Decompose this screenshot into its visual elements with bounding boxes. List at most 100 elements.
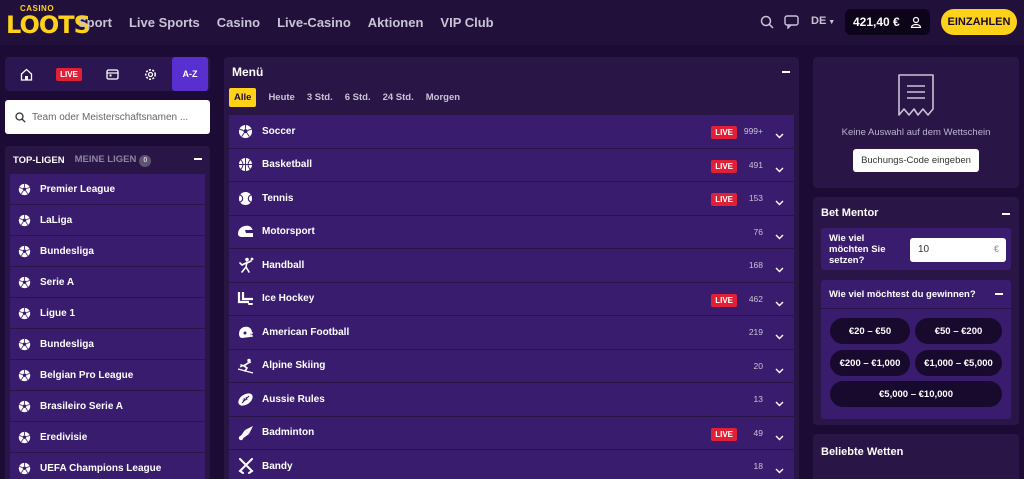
hockey-stick-icon: [237, 290, 254, 307]
booking-code-button[interactable]: Buchungs-Code eingeben: [853, 149, 979, 172]
soccer-ball-icon: [18, 245, 31, 258]
league-item[interactable]: Belgian Pro League: [10, 360, 205, 391]
bandy-sticks-icon: [237, 458, 254, 475]
league-label: LaLiga: [40, 214, 73, 226]
chevron-down-icon[interactable]: [775, 428, 784, 446]
filter-alle[interactable]: Alle: [229, 88, 257, 107]
sport-label: Aussie Rules: [262, 393, 325, 405]
filter-6h[interactable]: 6 Std.: [345, 88, 371, 107]
sport-row[interactable]: Basketball LIVE 491: [229, 148, 794, 182]
sport-row[interactable]: Ice Hockey LIVE 462: [229, 282, 794, 316]
casino-loots-logo[interactable]: CASINO LOOTS: [6, 4, 91, 40]
league-item[interactable]: UEFA Champions League: [10, 453, 205, 479]
live-badge: LIVE: [711, 159, 737, 173]
search-icon[interactable]: [757, 12, 777, 32]
league-item[interactable]: LaLiga: [10, 205, 205, 236]
collapse-mentor-icon[interactable]: [1002, 213, 1010, 215]
filter-heute[interactable]: Heute: [268, 88, 294, 107]
filter-3h[interactable]: 3 Std.: [307, 88, 333, 107]
live-badge: LIVE: [711, 427, 737, 441]
sport-row[interactable]: Tennis LIVE 153: [229, 182, 794, 216]
event-count: 20: [753, 360, 763, 371]
tennis-ball-icon: [237, 190, 254, 207]
stake-question: Wie viel möchten Sie setzen?: [829, 233, 886, 266]
nav-aktionen[interactable]: Aktionen: [368, 15, 424, 30]
league-search-input[interactable]: [32, 111, 202, 123]
chevron-down-icon[interactable]: [775, 260, 784, 278]
event-count: 999+: [743, 126, 763, 136]
tab-my-leagues[interactable]: MEINE LIGEN 0: [75, 154, 152, 167]
chevron-down-icon[interactable]: [775, 394, 784, 412]
collapse-leagues-icon[interactable]: [194, 158, 202, 160]
event-count: 76: [753, 226, 763, 237]
league-item[interactable]: Serie A: [10, 267, 205, 298]
calendar-icon[interactable]: [94, 57, 130, 91]
time-filters: Alle Heute 3 Std. 6 Std. 24 Std. Morgen: [229, 88, 472, 107]
sport-row[interactable]: Badminton LIVE 49: [229, 416, 794, 450]
language-selector[interactable]: DE ▼: [811, 15, 835, 27]
chevron-down-icon[interactable]: [775, 227, 784, 245]
range-50-200-button[interactable]: €50 – €200: [915, 318, 1002, 344]
league-item[interactable]: Eredivisie: [10, 422, 205, 453]
sport-row[interactable]: Alpine Skiing 20: [229, 349, 794, 383]
sport-row[interactable]: Bandy 18: [229, 450, 794, 479]
event-count: 491: [748, 159, 763, 170]
league-item[interactable]: Ligue 1: [10, 298, 205, 329]
league-label: Serie A: [40, 276, 75, 288]
chevron-down-icon[interactable]: [775, 160, 784, 178]
win-question: Wie viel möchtest du gewinnen?: [829, 289, 976, 300]
chat-icon[interactable]: [781, 12, 801, 32]
balance-box[interactable]: 421,40 €: [845, 9, 930, 35]
collapse-menu-icon[interactable]: [782, 71, 790, 73]
my-leagues-count: 0: [139, 154, 152, 167]
stake-value: 10: [918, 244, 930, 255]
stake-input[interactable]: 10 €: [910, 238, 1006, 262]
nav-vip-club[interactable]: VIP Club: [440, 15, 493, 30]
nav-live-sports[interactable]: Live Sports: [129, 15, 200, 30]
stake-row: Wie viel möchten Sie setzen? 10 €: [821, 228, 1011, 270]
collapse-win-icon[interactable]: [995, 293, 1003, 295]
event-count: 168: [748, 260, 763, 270]
chevron-down-icon[interactable]: [775, 126, 784, 144]
nav-sport[interactable]: Sport: [78, 15, 112, 30]
az-sort-button[interactable]: A-Z: [172, 57, 208, 91]
sport-label: American Football: [262, 326, 350, 338]
soccer-ball-icon: [18, 276, 31, 289]
sport-row[interactable]: Handball 168: [229, 249, 794, 283]
live-tab[interactable]: LIVE: [51, 57, 87, 91]
sport-label: Basketball: [262, 159, 313, 171]
chevron-down-icon[interactable]: [775, 461, 784, 479]
chevron-down-icon[interactable]: [775, 361, 784, 379]
sport-row[interactable]: American Football 219: [229, 316, 794, 350]
chevron-down-icon[interactable]: [775, 327, 784, 345]
sport-row[interactable]: Soccer LIVE 999+: [229, 115, 794, 149]
range-200-1000-button[interactable]: €200 – €1,000: [830, 350, 910, 376]
deposit-button[interactable]: EINZAHLEN: [941, 9, 1017, 35]
filter-24h[interactable]: 24 Std.: [383, 88, 414, 107]
chevron-down-icon[interactable]: [775, 294, 784, 312]
league-item[interactable]: Brasileiro Serie A: [10, 391, 205, 422]
league-item[interactable]: Premier League: [10, 174, 205, 205]
filter-morgen[interactable]: Morgen: [426, 88, 460, 107]
soccer-ball-icon: [18, 338, 31, 351]
settings-gear-icon[interactable]: [132, 57, 168, 91]
league-item[interactable]: Bundesliga: [10, 236, 205, 267]
sport-row[interactable]: Motorsport 76: [229, 215, 794, 249]
sport-label: Soccer: [262, 125, 296, 137]
chevron-down-icon[interactable]: [775, 193, 784, 211]
range-5000-10000-button[interactable]: €5,000 – €10,000: [830, 381, 1002, 407]
sport-row[interactable]: Aussie Rules 13: [229, 383, 794, 417]
home-icon[interactable]: [8, 57, 44, 91]
soccer-ball-icon: [18, 462, 31, 475]
bet-mentor-title: Bet Mentor: [821, 207, 879, 219]
popular-bets-panel[interactable]: Beliebte Wetten: [813, 434, 1019, 479]
range-1000-5000-button[interactable]: €1,000 – €5,000: [915, 350, 1002, 376]
range-20-50-button[interactable]: €20 – €50: [830, 318, 910, 344]
nav-live-casino[interactable]: Live-Casino: [277, 15, 351, 30]
user-icon[interactable]: [906, 12, 926, 32]
divider: [821, 308, 1011, 309]
shuttlecock-icon: [237, 424, 254, 441]
nav-casino[interactable]: Casino: [217, 15, 260, 30]
tab-top-leagues[interactable]: TOP-LIGEN: [13, 155, 65, 166]
league-item[interactable]: Bundesliga: [10, 329, 205, 360]
